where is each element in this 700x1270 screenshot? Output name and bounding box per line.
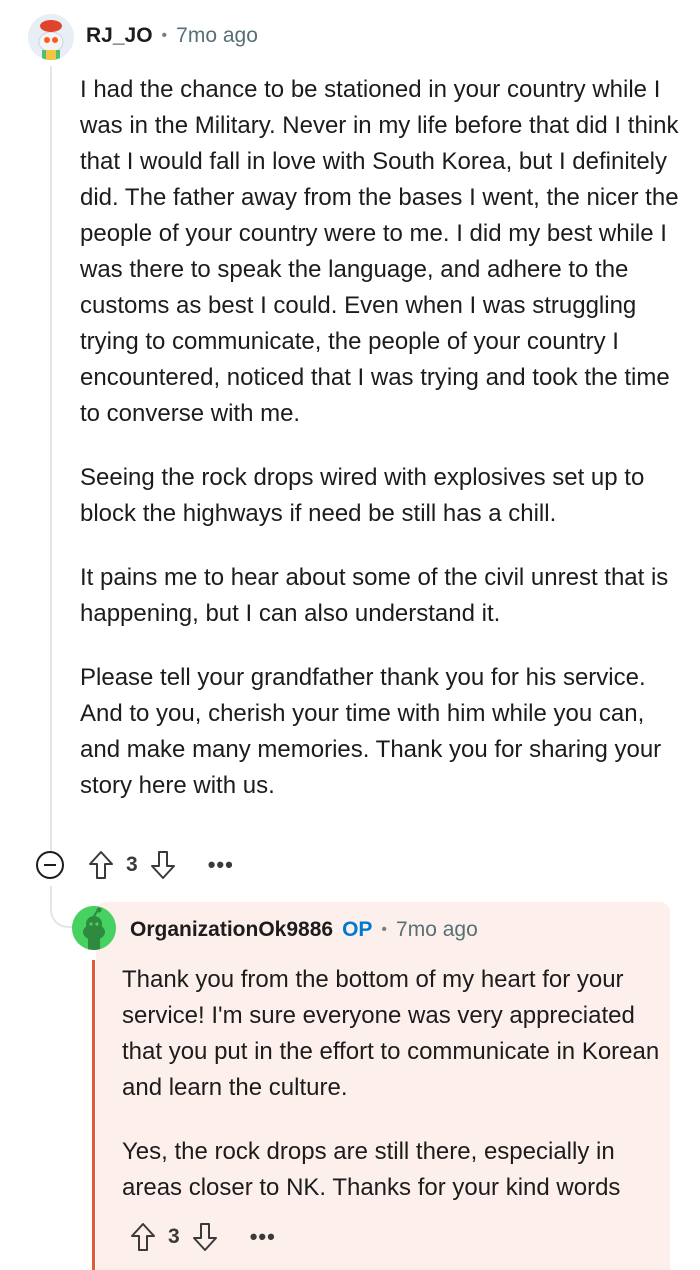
thread-connector bbox=[50, 886, 74, 928]
comment-paragraph: Please tell your grandfather thank you f… bbox=[80, 664, 662, 799]
meta-separator: • bbox=[161, 27, 168, 44]
user-avatar-icon bbox=[28, 14, 74, 60]
comment-meta: RJ_JO • 7mo ago bbox=[86, 24, 258, 48]
snoo-avatar-icon bbox=[72, 906, 116, 950]
timestamp: 7mo ago bbox=[176, 24, 258, 47]
collapse-icon[interactable] bbox=[36, 851, 64, 879]
thread-line bbox=[50, 66, 52, 866]
comment-body: I had the chance to be stationed in your… bbox=[80, 72, 680, 832]
reply-paragraph: Yes, the rock drops are still there, esp… bbox=[122, 1138, 621, 1201]
reply-highlight-bar bbox=[92, 960, 95, 1270]
reply-actions: 3 ••• bbox=[130, 1222, 276, 1252]
more-icon[interactable]: ••• bbox=[250, 1226, 276, 1248]
reply-avatar[interactable] bbox=[72, 906, 116, 950]
comment-actions: 3 ••• bbox=[36, 850, 234, 880]
reply-paragraph: Thank you from the bottom of my heart fo… bbox=[122, 966, 660, 1101]
comment-paragraph: I had the chance to be stationed in your… bbox=[80, 76, 679, 427]
downvote-icon[interactable] bbox=[150, 850, 176, 880]
reply-username[interactable]: OrganizationOk9886 bbox=[130, 918, 333, 942]
vote-count: 3 bbox=[168, 1225, 180, 1248]
downvote-icon[interactable] bbox=[192, 1222, 218, 1252]
more-icon[interactable]: ••• bbox=[208, 854, 234, 876]
reply-body: Thank you from the bottom of my heart fo… bbox=[122, 962, 672, 1234]
username[interactable]: RJ_JO bbox=[86, 24, 153, 48]
avatar[interactable] bbox=[28, 14, 74, 60]
op-badge: OP bbox=[342, 918, 373, 941]
upvote-icon[interactable] bbox=[130, 1222, 156, 1252]
vote-count: 3 bbox=[126, 853, 138, 876]
upvote-icon[interactable] bbox=[88, 850, 114, 880]
reply-timestamp: 7mo ago bbox=[396, 918, 478, 941]
meta-separator: • bbox=[381, 921, 388, 938]
comment-paragraph: It pains me to hear about some of the ci… bbox=[80, 564, 669, 627]
reply-meta: OrganizationOk9886 OP • 7mo ago bbox=[130, 918, 478, 942]
comment-paragraph: Seeing the rock drops wired with explosi… bbox=[80, 464, 645, 527]
